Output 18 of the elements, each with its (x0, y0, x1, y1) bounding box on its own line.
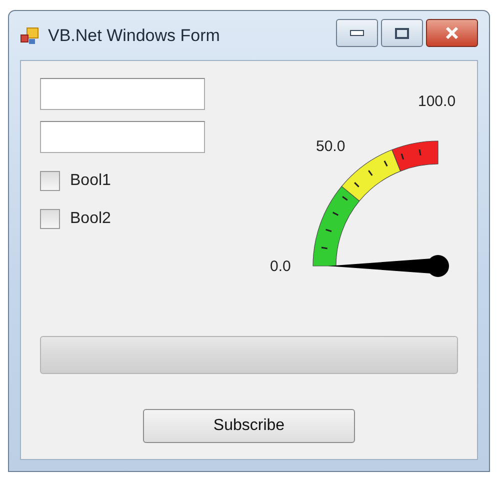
checkbox-label: Bool1 (70, 172, 111, 190)
gauge-scale-label: 100.0 (418, 93, 456, 110)
app-icon (20, 26, 40, 44)
gauge-scale-label: 50.0 (316, 138, 346, 155)
window-title: VB.Net Windows Form (48, 26, 221, 46)
checkbox[interactable] (40, 209, 60, 229)
subscribe-button[interactable]: Subscribe (143, 409, 355, 443)
close-button[interactable] (426, 19, 478, 47)
minimize-button[interactable] (336, 19, 378, 47)
maximize-icon (395, 28, 409, 38)
close-icon (445, 27, 459, 39)
minimize-icon (350, 30, 364, 36)
maximize-button[interactable] (381, 19, 423, 47)
checkbox[interactable] (40, 171, 60, 191)
checkbox-label: Bool2 (70, 210, 111, 228)
text-field[interactable] (40, 121, 205, 153)
text-field[interactable] (40, 78, 205, 110)
gauge-scale-label: 0.0 (270, 258, 291, 275)
